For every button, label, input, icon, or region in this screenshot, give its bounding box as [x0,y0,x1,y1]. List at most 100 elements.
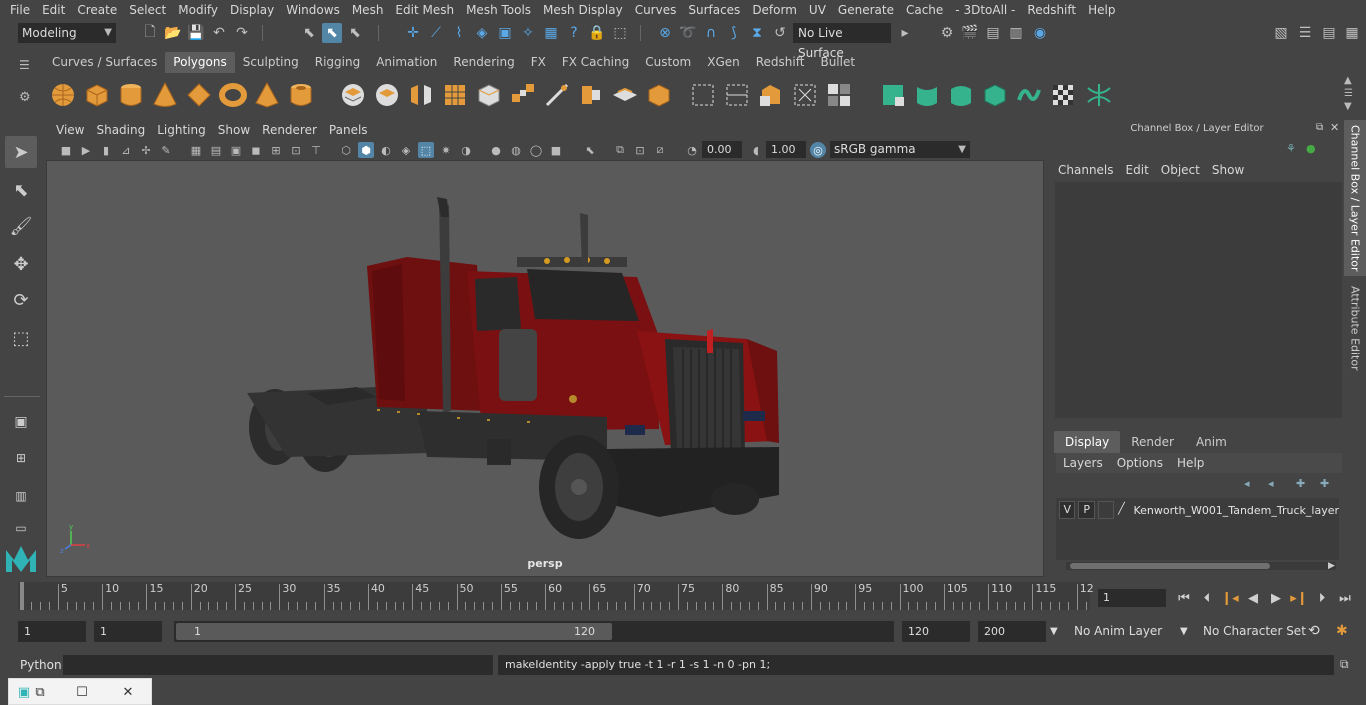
menu-select[interactable]: Select [123,3,172,17]
layer-playback-toggle[interactable]: P [1078,501,1095,519]
gear-icon[interactable]: ⚙ [19,90,31,105]
layer-display-type[interactable] [1097,501,1115,519]
tool-settings-icon[interactable]: ▤ [1319,23,1339,43]
open-scene-icon[interactable]: 📂 [163,23,183,43]
tab-sculpting[interactable]: Sculpting [235,52,307,73]
bookmark-icon[interactable]: ▮ [98,142,114,158]
paint-select-icon[interactable]: 🖌 [5,210,37,242]
menu-edit[interactable]: Edit [36,3,71,17]
character-set-dropdown[interactable]: No Character Set [1203,621,1306,642]
poly-torus-icon[interactable] [218,80,248,110]
select-tool-icon[interactable]: ➤ [5,136,37,168]
help-line-icon[interactable]: ? [564,23,584,43]
menu-edit-mesh[interactable]: Edit Mesh [389,3,460,17]
layer-menu-options[interactable]: Options [1110,453,1170,473]
range-slider-bar[interactable] [176,623,612,640]
time-slider[interactable]: 5 10 15 20 25 30 35 40 45 50 55 60 65 70 75 80 85 90 95 100… [18,582,1094,610]
bridge-icon[interactable] [508,80,538,110]
tab-curves-surfaces[interactable]: Curves / Surfaces [44,52,165,73]
script-editor-icon[interactable]: ⧉ [1340,657,1349,672]
menu-surfaces[interactable]: Surfaces [682,3,746,17]
target-weld-icon[interactable] [610,80,640,110]
poly-cylinder-icon[interactable] [116,80,146,110]
channel-box-menu-edit[interactable]: Edit [1120,160,1155,180]
snap-curve-icon[interactable]: ⟋ [426,23,446,43]
reflect-icon[interactable]: ⧗ [747,23,767,43]
grid-icon[interactable]: ▦ [188,142,204,158]
film-gate-icon[interactable]: ▤ [208,142,224,158]
poke-icon[interactable] [644,80,674,110]
panel-menu-view[interactable]: View [50,123,90,137]
close-icon[interactable]: ✕ [119,683,137,701]
pan-zoom-icon[interactable]: ✢ [138,142,154,158]
outliner-layout-icon[interactable]: ▥ [5,480,37,512]
scrollbar-thumb[interactable] [1070,563,1270,569]
tab-fx-caching[interactable]: FX Caching [554,52,637,73]
step-forward-key-icon[interactable]: ▸❙ [1289,588,1309,608]
automatic-map-icon[interactable] [824,80,854,110]
layer-menu-help[interactable]: Help [1170,453,1211,473]
channel-box-icon[interactable]: ▦ [1342,23,1362,43]
layer-visibility-toggle[interactable]: V [1059,501,1076,519]
textured-icon[interactable]: ◈ [398,142,414,158]
render-frame-icon[interactable]: 🎬 [960,23,980,43]
symmetry-icon[interactable]: ⊗ [655,23,675,43]
tab-rendering[interactable]: Rendering [445,52,522,73]
new-scene-icon[interactable]: 🗋 [140,23,160,43]
lasso-icon[interactable]: ➰ [678,23,698,43]
select-object-icon[interactable]: ⬉ [322,23,342,43]
go-to-start-icon[interactable]: ⏮ [1174,588,1194,608]
chevron-down-icon[interactable]: ▼ [1050,621,1058,642]
animation-start-field[interactable]: 1 [18,621,86,642]
maximize-icon[interactable]: ☐ [73,683,91,701]
channel-box-toggle-icon[interactable]: ⚘ [1286,142,1296,155]
field-chart-icon[interactable]: ⊞ [268,142,284,158]
snap-vertex-icon[interactable]: ✧ [518,23,538,43]
layer-horizontal-scrollbar[interactable] [1066,562,1336,570]
xray-components-icon[interactable]: ⊡ [632,142,648,158]
expand-arrow-icon[interactable]: ▸ [895,23,915,43]
animation-end-field[interactable]: 200 [978,621,1046,642]
exposure-icon[interactable]: ◔ [684,142,700,158]
tab-custom[interactable]: Custom [637,52,699,73]
hypershade-icon[interactable]: ◉ [1030,23,1050,43]
multi-cut-icon[interactable] [542,80,572,110]
gate-mask-icon[interactable]: ◼ [248,142,264,158]
range-slider[interactable]: 1 120 [174,621,894,642]
magnet-icon[interactable]: ∩ [701,23,721,43]
new-layer-icon[interactable]: ✚ [1296,477,1305,490]
hud-icon[interactable]: ⧄ [652,142,668,158]
close-icon[interactable]: ✕ [1330,121,1339,134]
layer-row[interactable]: V P ╱ Kenworth_W001_Tandem_Truck_layer [1056,500,1339,520]
modeling-toolkit-icon[interactable]: ▧ [1271,23,1291,43]
extrude-icon[interactable] [474,80,504,110]
use-all-lights-icon[interactable]: ⬚ [418,142,434,158]
safe-title-icon[interactable]: ⊤ [308,142,324,158]
ipr-render-icon[interactable]: ▤ [983,23,1003,43]
depth-of-field-icon[interactable]: ◯ [528,142,544,158]
restore-icon[interactable]: ⧉ [31,683,49,701]
poly-plane-icon[interactable] [184,80,214,110]
uv-layout-icon[interactable] [722,80,752,110]
tab-polygons[interactable]: Polygons [165,52,235,73]
menu-generate[interactable]: Generate [832,3,900,17]
chevron-down-icon[interactable]: ▼ [1180,621,1188,642]
menu-create[interactable]: Create [71,3,123,17]
poly-cube-icon[interactable] [82,80,112,110]
camera-icon[interactable]: ■ [58,142,74,158]
perspective-viewport[interactable]: y x z persp [46,160,1044,577]
move-layer-up-icon[interactable]: ◂ [1244,477,1250,490]
tab-display[interactable]: Display [1054,431,1121,453]
gamma-field[interactable]: 1.00 [766,141,806,158]
image-plane-icon[interactable]: ⊿ [118,142,134,158]
playback-end-field[interactable]: 120 [902,621,970,642]
shelf-menu-icon[interactable]: ☰ [19,58,30,72]
snap-grid-icon[interactable]: ✛ [403,23,423,43]
smooth-icon[interactable] [440,80,470,110]
insert-edge-loop-icon[interactable] [980,80,1010,110]
layer-menu-layers[interactable]: Layers [1056,453,1110,473]
auto-key-icon[interactable]: ⟲ [1308,621,1320,642]
soft-select-icon[interactable]: ⟆ [724,23,744,43]
channel-box-menu-object[interactable]: Object [1155,160,1206,180]
four-pane-layout-icon[interactable]: ⊞ [5,442,37,474]
